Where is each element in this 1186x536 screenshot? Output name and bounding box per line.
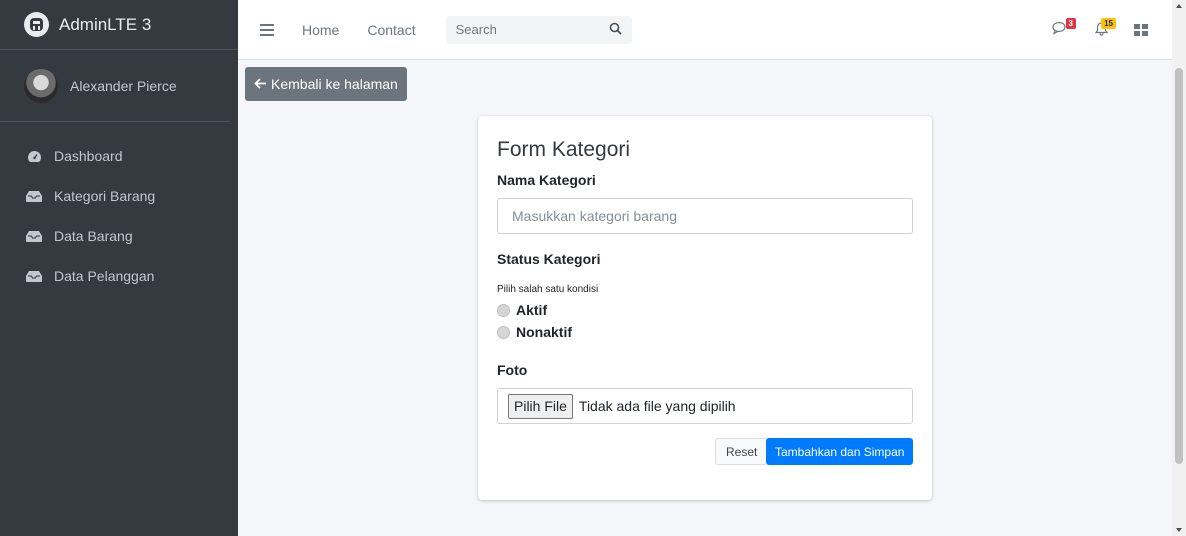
- sidebar-nav: Dashboard Kategori Barang Data Barang Da…: [0, 136, 238, 296]
- status-option-inactive[interactable]: Nonaktif: [497, 324, 572, 340]
- scrollbar-thumb[interactable]: [1175, 68, 1183, 464]
- radio-inactive[interactable]: [497, 325, 510, 339]
- messages-button[interactable]: 3: [1050, 17, 1076, 40]
- sidebar-item-label: Dashboard: [54, 148, 123, 164]
- avatar: [24, 68, 58, 103]
- sidebar-item-kategori-barang[interactable]: Kategori Barang: [0, 176, 238, 216]
- top-navbar: Home Contact 3 15: [238, 0, 1172, 60]
- search-icon[interactable]: [609, 22, 622, 38]
- back-button[interactable]: Kembali ke halaman: [245, 67, 407, 101]
- apps-grid-icon[interactable]: [1130, 20, 1152, 40]
- search-input[interactable]: [455, 22, 586, 37]
- choose-file-button[interactable]: Pilih File: [508, 393, 573, 419]
- arrow-left-icon: [254, 76, 267, 92]
- tachometer-icon: [26, 149, 42, 163]
- brand-link[interactable]: AdminLTE 3: [0, 0, 238, 50]
- status-option-active[interactable]: Aktif: [497, 302, 547, 318]
- photo-label: Foto: [497, 362, 528, 378]
- inbox-icon: [26, 269, 42, 283]
- sidebar-item-label: Data Barang: [54, 228, 133, 244]
- status-help-text: Pilih salah satu kondisi: [497, 284, 599, 295]
- adminlte-logo-icon: [24, 12, 49, 37]
- radio-label-active: Aktif: [516, 302, 548, 318]
- inbox-icon: [26, 229, 42, 243]
- category-form-card: Form Kategori Nama Kategori Status Kateg…: [478, 116, 932, 500]
- nav-home-link[interactable]: Home: [302, 22, 339, 38]
- main-sidebar: AdminLTE 3 Alexander Pierce Dashboard Ka…: [0, 0, 238, 536]
- back-button-label: Kembali ke halaman: [271, 76, 398, 92]
- scroll-down-icon[interactable]: [1176, 528, 1182, 532]
- user-panel[interactable]: Alexander Pierce: [0, 50, 230, 122]
- file-status-text: Tidak ada file yang dipilih: [578, 398, 736, 414]
- submit-button[interactable]: Tambahkan dan Simpan: [766, 438, 914, 465]
- page-scrollbar[interactable]: [1172, 0, 1186, 536]
- sidebar-item-dashboard[interactable]: Dashboard: [0, 136, 238, 176]
- radio-label-inactive: Nonaktif: [516, 324, 572, 340]
- navbar-right: 3 15: [1050, 17, 1152, 40]
- sidebar-item-data-pelanggan[interactable]: Data Pelanggan: [0, 256, 238, 296]
- radio-active[interactable]: [497, 303, 510, 317]
- menu-toggle-icon[interactable]: [260, 23, 274, 36]
- sidebar-item-label: Data Pelanggan: [54, 268, 155, 284]
- user-name[interactable]: Alexander Pierce: [70, 78, 177, 94]
- photo-file-input[interactable]: Pilih File Tidak ada file yang dipilih: [497, 388, 913, 424]
- sidebar-item-label: Kategori Barang: [54, 188, 156, 204]
- scroll-up-icon[interactable]: [1176, 4, 1182, 8]
- form-title: Form Kategori: [497, 138, 631, 161]
- notifications-button[interactable]: 15: [1090, 17, 1116, 40]
- notifications-count-badge: 15: [1101, 17, 1116, 29]
- category-name-label: Nama Kategori: [497, 172, 596, 188]
- nav-contact-link[interactable]: Contact: [367, 22, 415, 38]
- messages-count-badge: 3: [1065, 17, 1076, 29]
- reset-button[interactable]: Reset: [715, 438, 769, 465]
- brand-text: AdminLTE 3: [59, 14, 152, 34]
- category-name-input[interactable]: [497, 198, 913, 234]
- status-label: Status Kategori: [497, 251, 601, 267]
- search-box: [445, 15, 632, 44]
- sidebar-item-data-barang[interactable]: Data Barang: [0, 216, 238, 256]
- inbox-icon: [26, 189, 42, 203]
